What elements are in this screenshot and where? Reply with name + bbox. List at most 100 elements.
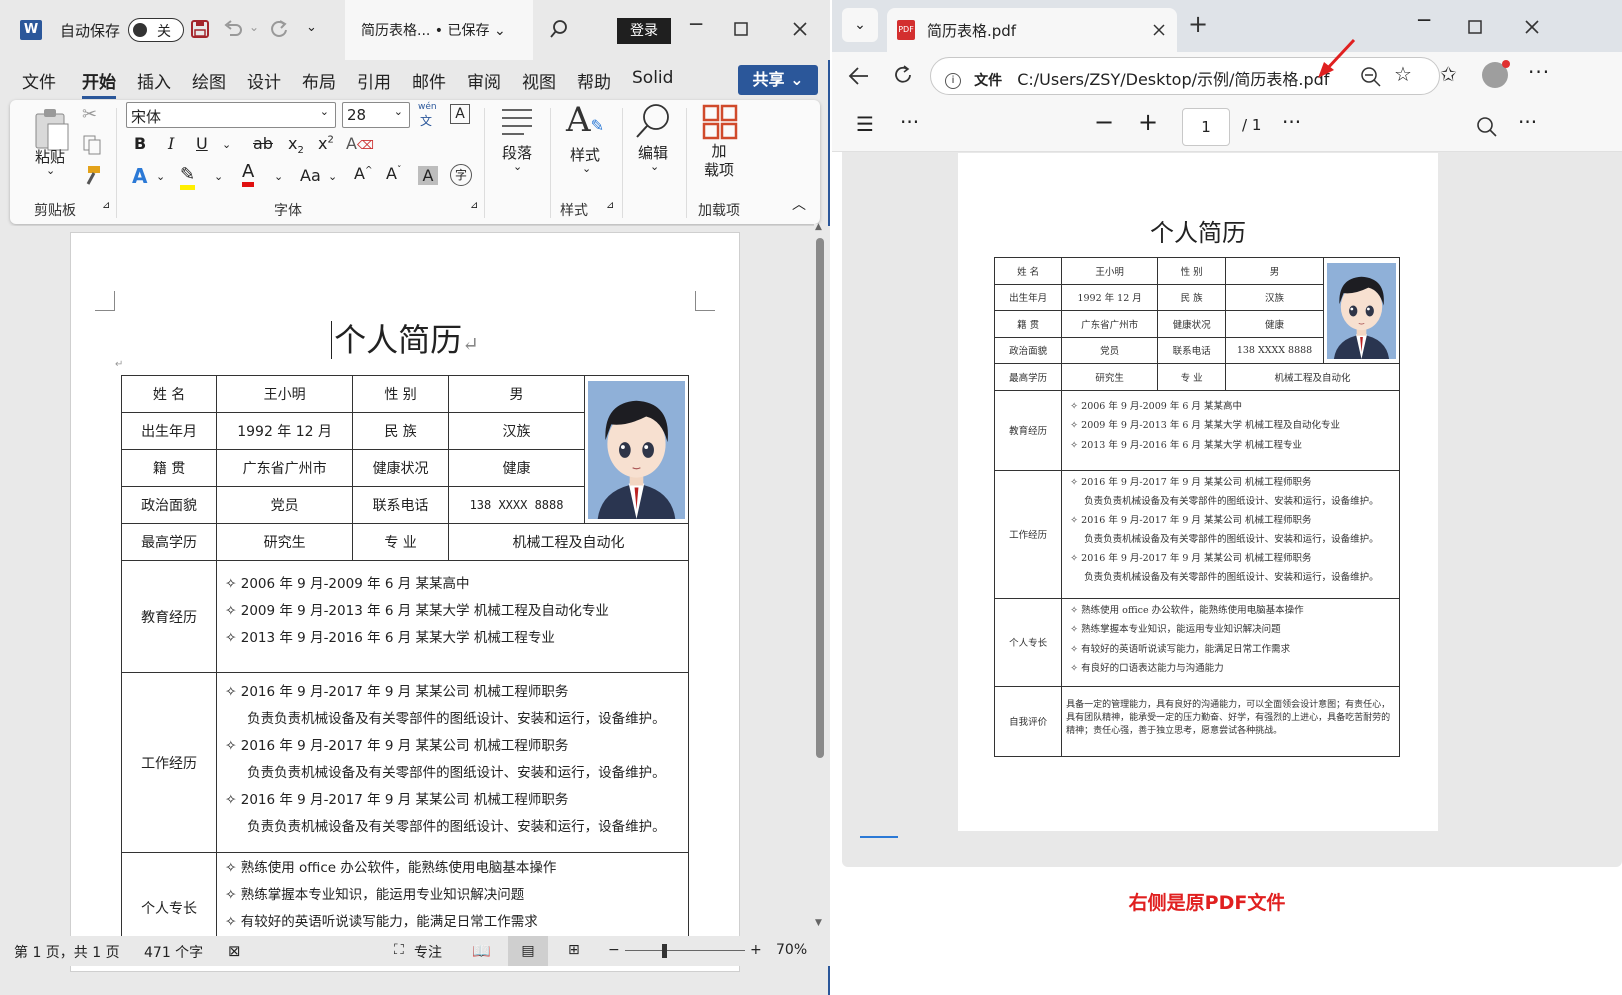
close-icon[interactable] xyxy=(1524,19,1540,35)
settings-more-icon[interactable]: ··· xyxy=(1518,110,1537,134)
tab-solid[interactable]: Solid xyxy=(632,68,673,88)
tab-file[interactable]: 文件 xyxy=(22,68,56,93)
tab-actions-icon[interactable]: ⌄ xyxy=(842,8,878,42)
info-icon[interactable]: i xyxy=(945,73,961,89)
text-effects-dropdown-icon[interactable]: ⌄ xyxy=(156,170,165,183)
enclose-char-icon[interactable]: 字 xyxy=(450,164,472,186)
more-options-icon[interactable]: ··· xyxy=(1528,60,1550,84)
clear-format-icon[interactable]: A⌫ xyxy=(346,134,374,153)
tab-draw[interactable]: 绘图 xyxy=(192,68,226,93)
gender-cell[interactable]: 男 xyxy=(448,375,585,413)
search-icon[interactable] xyxy=(1476,116,1498,138)
grow-font-icon[interactable]: A^ xyxy=(354,164,373,183)
scrollbar-thumb[interactable] xyxy=(816,238,824,758)
phonetic-guide-icon[interactable]: 文 xyxy=(420,112,432,129)
font-launcher-icon[interactable]: ⊿ xyxy=(470,200,478,211)
font-size-select[interactable]: 28 ⌄ xyxy=(342,102,410,128)
document-page[interactable]: 个人简历↵ ↵ 姓 名 王小明 性 别 男 出生年月 1992 年 12 月 民… xyxy=(70,232,740,972)
refresh-icon[interactable] xyxy=(892,64,914,86)
photo-cell[interactable] xyxy=(584,375,689,524)
page-count[interactable]: 第 1 页，共 1 页 xyxy=(14,942,120,962)
minimize-icon[interactable]: ─ xyxy=(1418,8,1430,32)
undo-dropdown-icon[interactable]: ⌄ xyxy=(249,20,259,34)
focus-label[interactable]: 专注 xyxy=(414,942,442,962)
zoom-slider[interactable] xyxy=(625,950,745,951)
name-cell[interactable]: 王小明 xyxy=(216,375,354,413)
close-icon[interactable] xyxy=(792,21,808,37)
font-color-icon[interactable]: A xyxy=(242,162,255,187)
major-cell[interactable]: 机械工程及自动化 xyxy=(448,523,689,561)
tab-view[interactable]: 视图 xyxy=(522,68,556,93)
vertical-scrollbar[interactable]: ▲ ▼ xyxy=(814,222,826,936)
education-cell[interactable]: ✧ 2006 年 9 月-2009 年 6 月 某某高中 ✧ 2009 年 9 … xyxy=(216,560,689,673)
work-cell[interactable]: ✧ 2016 年 9 月-2017 年 9 月 某某公司 机械工程师职务 负责负… xyxy=(216,672,689,853)
minimize-icon[interactable]: ─ xyxy=(690,12,702,36)
underline-button[interactable]: U xyxy=(196,134,208,153)
view-more-icon[interactable]: ··· xyxy=(1282,110,1301,134)
styles-dropdown-icon[interactable]: ⌄ xyxy=(582,162,591,175)
maximize-icon[interactable] xyxy=(1468,20,1482,34)
zoom-in-icon[interactable]: + xyxy=(750,942,762,958)
word-count[interactable]: 471 个字 xyxy=(144,942,203,962)
styles-launcher-icon[interactable]: ⊿ xyxy=(606,200,614,211)
cut-icon[interactable]: ✂ xyxy=(82,104,97,125)
share-button[interactable]: 共享 ⌄ xyxy=(738,65,818,95)
addins-icon[interactable] xyxy=(702,104,738,140)
collapse-ribbon-icon[interactable]: ︿ xyxy=(792,194,806,214)
char-shading-icon[interactable]: A xyxy=(418,166,438,185)
birth-cell[interactable]: 1992 年 12 月 xyxy=(216,412,354,450)
login-button[interactable]: 登录 xyxy=(617,18,671,44)
scroll-up-icon[interactable]: ▲ xyxy=(815,222,822,232)
tab-home[interactable]: 开始 xyxy=(82,68,116,99)
phone-cell[interactable]: 138 XXXX 8888 xyxy=(448,486,585,524)
customize-toolbar-icon[interactable]: ⌄ xyxy=(306,20,317,35)
tab-help[interactable]: 帮助 xyxy=(577,68,611,93)
superscript-button[interactable]: x2 xyxy=(318,134,334,153)
zoom-level[interactable]: 70% xyxy=(776,942,807,958)
favorite-icon[interactable]: ☆ xyxy=(1394,62,1412,86)
editing-dropdown-icon[interactable]: ⌄ xyxy=(650,160,659,173)
tab-mailings[interactable]: 邮件 xyxy=(412,68,446,93)
browser-tab[interactable]: PDF 简历表格.pdf xyxy=(887,8,1177,52)
tab-references[interactable]: 引用 xyxy=(357,68,391,93)
zoom-out-icon[interactable]: − xyxy=(1094,108,1114,136)
pdf-page[interactable]: 个人简历 姓 名 王小明 性 别 男 出生年月 1992 年 12 月 民 族 … xyxy=(958,153,1438,831)
profile-avatar[interactable] xyxy=(1482,60,1510,88)
health-cell[interactable]: 健康 xyxy=(448,449,585,487)
zoom-slider-thumb[interactable] xyxy=(662,944,667,958)
paragraph-dropdown-icon[interactable]: ⌄ xyxy=(513,160,522,173)
origin-cell[interactable]: 广东省广州市 xyxy=(216,449,354,487)
phonetic-guide-label[interactable]: wén xyxy=(418,102,437,112)
undo-icon[interactable] xyxy=(222,19,244,39)
ethnic-cell[interactable]: 汉族 xyxy=(448,412,585,450)
copy-icon[interactable] xyxy=(82,134,102,156)
zoom-out-page-icon[interactable] xyxy=(1360,66,1382,88)
subscript-button[interactable]: x2 xyxy=(288,134,304,156)
change-case-dropdown-icon[interactable]: ⌄ xyxy=(328,170,337,183)
contents-icon[interactable]: ☰ xyxy=(856,112,874,136)
print-layout-icon[interactable]: ▤ xyxy=(508,936,548,966)
change-case-icon[interactable]: Aa xyxy=(300,166,321,185)
zoom-out-icon[interactable]: − xyxy=(608,942,620,958)
proofing-icon[interactable]: ⊠ xyxy=(228,942,241,960)
close-tab-icon[interactable] xyxy=(1153,24,1165,36)
political-cell[interactable]: 党员 xyxy=(216,486,354,524)
strikethrough-button[interactable]: ab xyxy=(253,134,273,153)
redo-icon[interactable] xyxy=(268,18,290,40)
save-icon[interactable] xyxy=(190,19,210,39)
zoom-in-icon[interactable]: + xyxy=(1138,108,1158,136)
search-icon[interactable] xyxy=(548,18,570,40)
find-icon[interactable] xyxy=(634,102,672,140)
paste-dropdown-icon[interactable]: ⌄ xyxy=(46,164,55,177)
tab-layout[interactable]: 布局 xyxy=(302,68,336,93)
highlight-icon[interactable]: ✎ xyxy=(180,164,196,190)
document-name[interactable]: 简历表格... • 已保存 ⌄ xyxy=(345,0,533,60)
addins-label[interactable]: 加 载项 xyxy=(704,142,734,180)
text-effects-icon[interactable]: A xyxy=(132,164,147,188)
tab-design[interactable]: 设计 xyxy=(247,68,281,93)
read-mode-icon[interactable]: 📖 xyxy=(472,942,491,960)
format-painter-icon[interactable] xyxy=(82,164,104,186)
focus-icon[interactable]: ⛶ xyxy=(394,942,404,958)
font-color-dropdown-icon[interactable]: ⌄ xyxy=(274,170,283,183)
shrink-font-icon[interactable]: Aˇ xyxy=(386,164,401,183)
